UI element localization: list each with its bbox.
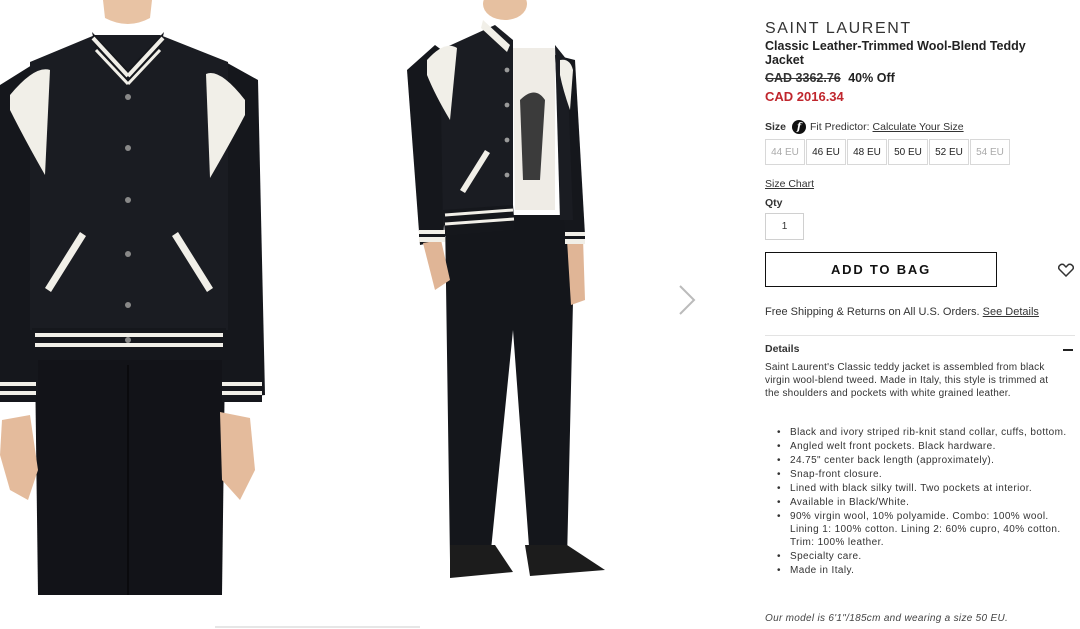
product-image-front[interactable]: [0, 0, 270, 595]
price-row: CAD 3362.76 40% Off: [765, 71, 895, 85]
see-details-link[interactable]: See Details: [983, 306, 1039, 318]
divider: [765, 335, 1075, 336]
shipping-text: Free Shipping & Returns on All U.S. Orde…: [765, 306, 980, 318]
list-item: Angled welt front pockets. Black hardwar…: [777, 440, 1073, 453]
list-item: Lined with black silky twill. Two pocket…: [777, 482, 1073, 495]
original-price: CAD 3362.76: [765, 71, 841, 85]
qty-input[interactable]: 1: [765, 213, 804, 240]
size-option-52[interactable]: 52 EU: [929, 139, 969, 165]
sale-price: CAD 2016.34: [765, 89, 844, 104]
add-to-bag-button[interactable]: ADD TO BAG: [765, 252, 997, 287]
size-option-44[interactable]: 44 EU: [765, 139, 805, 165]
calculate-size-link[interactable]: Calculate Your Size: [873, 121, 964, 133]
size-selector: 44 EU 46 EU 48 EU 50 EU 52 EU 54 EU: [765, 139, 1011, 165]
size-option-46[interactable]: 46 EU: [806, 139, 846, 165]
list-item: Black and ivory striped rib-knit stand c…: [777, 426, 1073, 439]
gallery-scroll-indicator: [215, 626, 420, 628]
brand-name[interactable]: SAINT LAURENT: [765, 20, 912, 38]
qty-label: Qty: [765, 197, 783, 209]
list-item: 24.75" center back length (approximately…: [777, 454, 1073, 467]
fit-predictor-label: Fit Predictor:: [810, 121, 870, 133]
product-gallery: [0, 0, 740, 629]
list-item: Available in Black/White.: [777, 496, 1073, 509]
list-item: Made in Italy.: [777, 564, 1073, 577]
model-size-note: Our model is 6'1"/185cm and wearing a si…: [765, 613, 1009, 624]
details-heading: Details: [765, 343, 800, 355]
shipping-note: Free Shipping & Returns on All U.S. Orde…: [765, 306, 1039, 318]
product-info-panel: SAINT LAURENT Classic Leather-Trimmed Wo…: [765, 0, 1075, 629]
size-chart-link[interactable]: Size Chart: [765, 178, 814, 190]
chevron-right-icon[interactable]: [672, 282, 700, 318]
minus-icon[interactable]: [1063, 349, 1073, 351]
discount-label: 40% Off: [848, 71, 895, 85]
product-title: Classic Leather-Trimmed Wool-Blend Teddy…: [765, 39, 1026, 67]
product-image-model[interactable]: [395, 0, 625, 595]
list-item: 90% virgin wool, 10% polyamide. Combo: 1…: [777, 510, 1073, 549]
size-option-54[interactable]: 54 EU: [970, 139, 1010, 165]
size-header: Size f Fit Predictor: Calculate Your Siz…: [765, 120, 964, 134]
fit-predictor-icon: f: [792, 120, 807, 134]
size-label: Size: [765, 121, 787, 133]
details-toggle[interactable]: Details: [765, 343, 1075, 355]
details-description: Saint Laurent's Classic teddy jacket is …: [765, 362, 1049, 399]
size-option-48[interactable]: 48 EU: [847, 139, 887, 165]
list-item: Snap-front closure.: [777, 468, 1073, 481]
details-list: Black and ivory striped rib-knit stand c…: [777, 426, 1073, 578]
size-option-50[interactable]: 50 EU: [888, 139, 928, 165]
heart-icon[interactable]: [1057, 263, 1075, 278]
list-item: Specialty care.: [777, 550, 1073, 563]
